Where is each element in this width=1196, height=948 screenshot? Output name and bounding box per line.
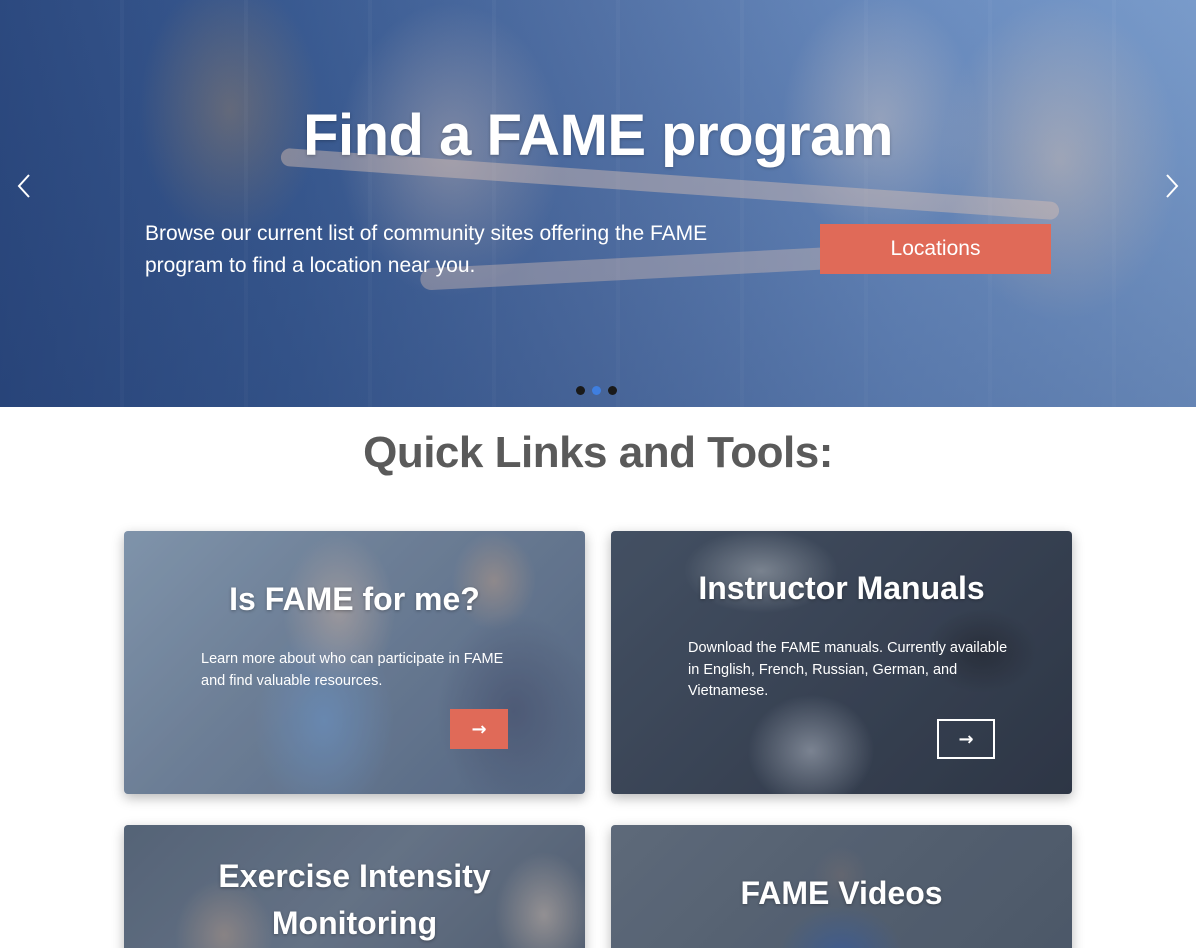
card-exercise-intensity-monitoring[interactable]: Exercise Intensity Monitoring <box>124 825 585 948</box>
hero-carousel: Find a FAME program Browse our current l… <box>0 0 1196 407</box>
card-title-line: Monitoring <box>271 905 438 941</box>
instructor-manuals-button[interactable]: → <box>937 719 995 759</box>
card-text-line: in English, French, Russian, German, and <box>688 661 958 678</box>
carousel-next-button[interactable] <box>1158 172 1186 200</box>
hero-description-line: Browse our current list of community sit… <box>145 222 708 245</box>
card-text-line: and find valuable resources. <box>201 672 383 689</box>
arrow-right-icon: → <box>958 728 974 750</box>
card-title-line: Exercise Intensity <box>218 858 491 894</box>
chevron-left-icon <box>17 174 30 198</box>
card-is-fame-for-me[interactable]: Is FAME for me? Learn more about who can… <box>124 531 585 794</box>
card-text: Learn more about who can participate in … <box>201 649 521 692</box>
card-text-line: Learn more about who can participate in … <box>201 651 504 667</box>
carousel-dot-3[interactable] <box>608 386 617 395</box>
carousel-dot-2[interactable] <box>592 386 601 395</box>
hero-description: Browse our current list of community sit… <box>145 218 745 282</box>
card-text-line: Vietnamese. <box>688 683 769 699</box>
quick-links-title: Quick Links and Tools: <box>363 428 833 477</box>
arrow-right-icon: → <box>471 718 487 740</box>
hero-title: Find a FAME program <box>303 103 893 168</box>
card-title: Is FAME for me? <box>229 581 480 617</box>
chevron-right-icon <box>1166 174 1179 198</box>
card-text-line: Download the FAME manuals. Currently ava… <box>688 640 1008 656</box>
card-fame-videos[interactable]: FAME Videos <box>611 825 1072 948</box>
card-instructor-manuals[interactable]: Instructor Manuals Download the FAME man… <box>611 531 1072 794</box>
carousel-indicators <box>576 386 617 395</box>
locations-button[interactable]: Locations <box>820 224 1051 274</box>
carousel-prev-button[interactable] <box>10 172 38 200</box>
card-text: Download the FAME manuals. Currently ava… <box>688 638 1028 703</box>
card-title: Instructor Manuals <box>698 570 985 606</box>
card-title: Exercise Intensity Monitoring <box>124 853 585 947</box>
card-title: FAME Videos <box>740 875 943 911</box>
hero-description-line: program to find a location near you. <box>145 254 476 277</box>
is-fame-for-me-button[interactable]: → <box>450 709 508 749</box>
carousel-dot-1[interactable] <box>576 386 585 395</box>
